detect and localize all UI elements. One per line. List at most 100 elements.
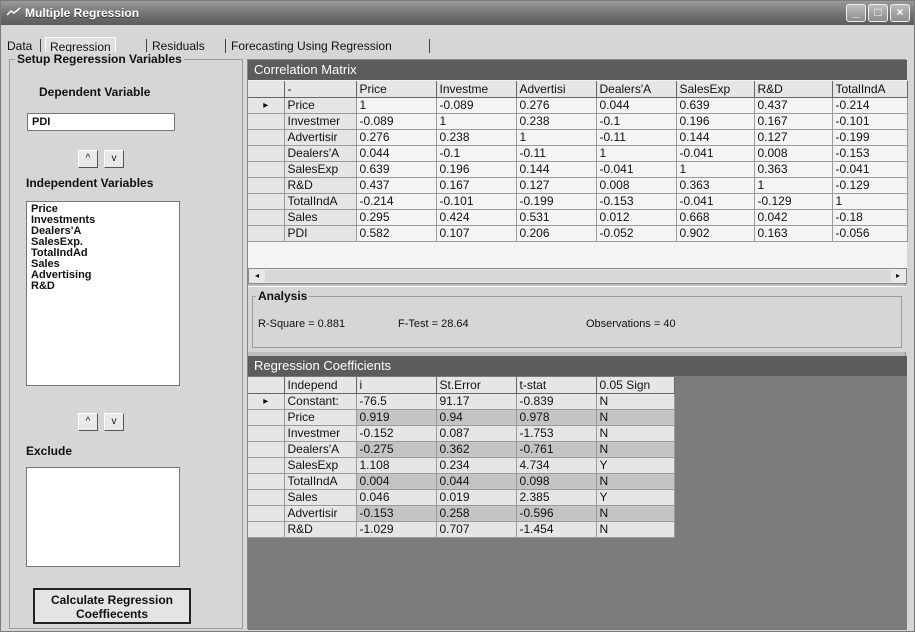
row-selector[interactable]	[248, 521, 285, 538]
table-cell[interactable]: 0.363	[676, 177, 755, 194]
row-selector[interactable]	[248, 457, 285, 474]
column-header[interactable]: 0.05 Sign	[596, 377, 675, 394]
table-cell[interactable]: -0.089	[356, 113, 437, 130]
table-row[interactable]: Dealers'A -0.275 0.362 -0.761 N	[248, 441, 675, 458]
table-cell[interactable]: -0.101	[832, 113, 908, 130]
scroll-left-icon[interactable]: ◂	[250, 270, 264, 282]
regression-coefficients-grid[interactable]: Independ i St.Error t-stat 0.05 Sign ▸ Constan…	[248, 377, 675, 538]
table-cell[interactable]: -0.199	[832, 129, 908, 146]
row-header-cell[interactable]: Constant:	[284, 393, 357, 410]
title-bar[interactable]: Multiple Regression _ □ ×	[1, 1, 914, 25]
table-cell[interactable]: 0.044	[436, 473, 517, 490]
row-header-cell[interactable]: TotalIndA	[284, 193, 357, 210]
table-cell[interactable]: N	[596, 425, 675, 442]
column-header[interactable]: St.Error	[436, 377, 517, 394]
row-selector[interactable]	[248, 129, 285, 146]
table-cell[interactable]: N	[596, 393, 675, 410]
table-cell[interactable]: -0.214	[356, 193, 437, 210]
row-selector[interactable]	[248, 425, 285, 442]
table-row[interactable]: Sales 0.046 0.019 2.385 Y	[248, 489, 675, 506]
table-row[interactable]: Sales 0.295 0.424 0.531 0.012 0.668 0.042 -0.18	[248, 209, 908, 226]
row-selector[interactable]	[248, 193, 285, 210]
minimize-button[interactable]: _	[846, 4, 866, 22]
table-cell[interactable]: 4.734	[516, 457, 597, 474]
table-cell[interactable]: 0.978	[516, 409, 597, 426]
table-cell[interactable]: -0.153	[596, 193, 677, 210]
table-cell[interactable]: 0.94	[436, 409, 517, 426]
table-cell[interactable]: 0.234	[436, 457, 517, 474]
row-selector[interactable]: ▸	[248, 97, 285, 114]
table-cell[interactable]: 0.295	[356, 209, 437, 226]
table-cell[interactable]: 0.008	[754, 145, 833, 162]
correlation-matrix-grid[interactable]: - Price Investme Advertisi Dealers'A SalesExp…	[248, 81, 908, 242]
row-header-cell[interactable]: Investmer	[284, 113, 357, 130]
row-header-cell[interactable]: R&D	[284, 521, 357, 538]
table-row[interactable]: Dealers'A 0.044 -0.1 -0.11 1 -0.041 0.008 -0.15…	[248, 145, 908, 162]
table-cell[interactable]: -0.18	[832, 209, 908, 226]
table-cell[interactable]: 0.276	[356, 129, 437, 146]
table-row[interactable]: SalesExp 0.639 0.196 0.144 -0.041 1 0.363 -0.04…	[248, 161, 908, 178]
table-cell[interactable]: 0.167	[754, 113, 833, 130]
table-cell[interactable]: 0.437	[356, 177, 437, 194]
table-cell[interactable]: 0.004	[356, 473, 437, 490]
exclude-up-button[interactable]: ^	[78, 413, 98, 431]
table-cell[interactable]: 0.167	[436, 177, 517, 194]
table-row[interactable]: Investmer -0.089 1 0.238 -0.1 0.196 0.167 -0.10…	[248, 113, 908, 130]
table-cell[interactable]: -0.152	[356, 425, 437, 442]
table-row[interactable]: PDI 0.582 0.107 0.206 -0.052 0.902 0.163 -0.056	[248, 225, 908, 242]
row-selector[interactable]	[248, 161, 285, 178]
row-header-cell[interactable]: Investmer	[284, 425, 357, 442]
table-cell[interactable]: 0.531	[516, 209, 597, 226]
table-cell[interactable]: 1	[832, 193, 908, 210]
column-header[interactable]: TotalIndA	[832, 81, 908, 98]
table-row[interactable]: Advertisir 0.276 0.238 1 -0.11 0.144 0.127 -0.1…	[248, 129, 908, 146]
table-cell[interactable]: -1.029	[356, 521, 437, 538]
row-header-cell[interactable]: Advertisir	[284, 505, 357, 522]
close-button[interactable]: ×	[890, 4, 910, 22]
row-header-cell[interactable]: TotalIndA	[284, 473, 357, 490]
row-selector[interactable]	[248, 473, 285, 490]
table-cell[interactable]: 0.707	[436, 521, 517, 538]
independent-variables-list[interactable]: Price Investments Dealers'A SalesExp. To…	[26, 201, 180, 386]
table-cell[interactable]: -0.11	[596, 129, 677, 146]
table-row[interactable]: ▸ Constant: -76.5 91.17 -0.839 N	[248, 393, 675, 410]
calculate-regression-button[interactable]: Calculate Regression Coeffiecents	[33, 588, 191, 624]
table-cell[interactable]: -0.041	[832, 161, 908, 178]
table-cell[interactable]: 0.362	[436, 441, 517, 458]
table-cell[interactable]: 91.17	[436, 393, 517, 410]
row-selector[interactable]	[248, 409, 285, 426]
table-cell[interactable]: -0.041	[676, 145, 755, 162]
table-cell[interactable]: 1	[754, 177, 833, 194]
row-selector[interactable]	[248, 177, 285, 194]
table-cell[interactable]: 0.196	[436, 161, 517, 178]
table-cell[interactable]: 0.127	[754, 129, 833, 146]
row-selector[interactable]	[248, 113, 285, 130]
table-cell[interactable]: 0.639	[356, 161, 437, 178]
table-cell[interactable]: 2.385	[516, 489, 597, 506]
move-up-button[interactable]: ^	[78, 150, 98, 168]
row-selector[interactable]	[248, 489, 285, 506]
table-cell[interactable]: -0.1	[596, 113, 677, 130]
table-cell[interactable]: -0.596	[516, 505, 597, 522]
table-row[interactable]: ▸ Price 1 -0.089 0.276 0.044 0.639 0.437 -0.214	[248, 97, 908, 114]
column-header[interactable]: Investme	[436, 81, 517, 98]
table-cell[interactable]: 0.012	[596, 209, 677, 226]
column-header[interactable]: SalesExp	[676, 81, 755, 98]
table-cell[interactable]: 0.668	[676, 209, 755, 226]
column-header[interactable]: i	[356, 377, 437, 394]
table-cell[interactable]: N	[596, 441, 675, 458]
table-cell[interactable]: -0.11	[516, 145, 597, 162]
row-selector[interactable]	[248, 441, 285, 458]
table-cell[interactable]: 0.008	[596, 177, 677, 194]
table-cell[interactable]: 0.107	[436, 225, 517, 242]
table-cell[interactable]: -0.129	[832, 177, 908, 194]
table-cell[interactable]: -0.129	[754, 193, 833, 210]
tab-forecasting[interactable]: Forecasting Using Regression	[227, 37, 396, 55]
column-header[interactable]: Advertisi	[516, 81, 597, 98]
table-cell[interactable]: 0.238	[516, 113, 597, 130]
table-cell[interactable]: -0.101	[436, 193, 517, 210]
table-cell[interactable]: N	[596, 409, 675, 426]
table-cell[interactable]: 0.087	[436, 425, 517, 442]
table-cell[interactable]: 1	[516, 129, 597, 146]
row-header-cell[interactable]: PDI	[284, 225, 357, 242]
